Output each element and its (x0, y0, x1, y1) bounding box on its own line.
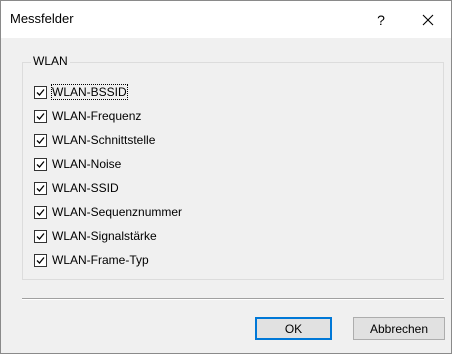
checkbox-box[interactable] (34, 229, 47, 243)
cancel-button[interactable]: Abbrechen (353, 317, 445, 340)
checkbox-box[interactable] (34, 205, 47, 219)
dialog-window: Messfelder ? WLAN WLAN-BSSID WLAN-Freque… (0, 0, 452, 354)
ok-button[interactable]: OK (255, 317, 332, 340)
checkbox-box[interactable] (34, 133, 47, 147)
checkmark-icon (36, 232, 45, 240)
checkbox-label: WLAN-Schnittstelle (52, 133, 156, 147)
checkbox-box[interactable] (34, 253, 47, 267)
checkbox-wlan-schnittstelle[interactable]: WLAN-Schnittstelle (34, 128, 182, 152)
close-icon (422, 14, 434, 25)
checkbox-label: WLAN-Sequenznummer (52, 205, 183, 219)
checkmark-icon (36, 136, 45, 144)
checkbox-label: WLAN-SSID (52, 181, 119, 195)
checkbox-wlan-frequenz[interactable]: WLAN-Frequenz (34, 104, 182, 128)
checkbox-wlan-noise[interactable]: WLAN-Noise (34, 152, 182, 176)
checkbox-wlan-frame-typ[interactable]: WLAN-Frame-Typ (34, 248, 182, 272)
checkbox-label: WLAN-BSSID (51, 84, 128, 100)
checkbox-box[interactable] (34, 109, 47, 123)
checkbox-label: WLAN-Signalstärke (52, 229, 157, 243)
checkbox-box[interactable] (34, 181, 47, 195)
checkmark-icon (36, 112, 45, 120)
checkmark-icon (36, 256, 45, 264)
groupbox-label: WLAN (31, 54, 70, 68)
checkbox-wlan-ssid[interactable]: WLAN-SSID (34, 176, 182, 200)
title-bar[interactable]: Messfelder ? (1, 1, 451, 38)
checkmark-icon (36, 88, 45, 96)
checkbox-label: WLAN-Frequenz (52, 109, 142, 123)
help-button[interactable]: ? (358, 1, 404, 38)
close-button[interactable] (405, 1, 451, 38)
checkbox-label: WLAN-Frame-Typ (52, 253, 149, 267)
checkmark-icon (36, 160, 45, 168)
checkbox-list: WLAN-BSSID WLAN-Frequenz WLAN-Schnittste… (34, 80, 182, 272)
question-mark-icon: ? (377, 11, 385, 28)
checkbox-box[interactable] (34, 157, 47, 171)
checkbox-wlan-signalstaerke[interactable]: WLAN-Signalstärke (34, 224, 182, 248)
checkbox-wlan-sequenznummer[interactable]: WLAN-Sequenznummer (34, 200, 182, 224)
checkbox-label: WLAN-Noise (52, 157, 122, 171)
dialog-title: Messfelder (10, 11, 74, 26)
checkmark-icon (36, 184, 45, 192)
footer-separator (22, 298, 444, 300)
checkbox-wlan-bssid[interactable]: WLAN-BSSID (34, 80, 182, 104)
checkmark-icon (36, 208, 45, 216)
checkbox-box[interactable] (34, 85, 47, 99)
